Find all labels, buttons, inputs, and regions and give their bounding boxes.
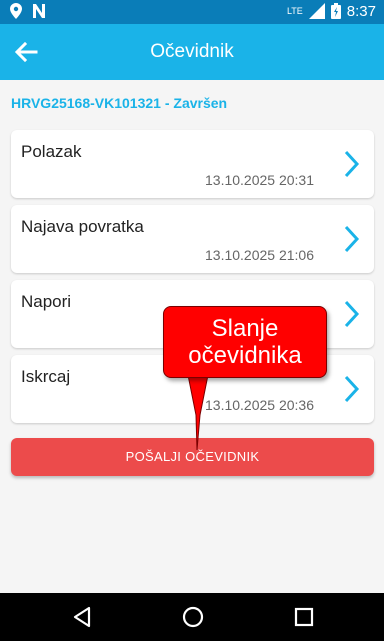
- location-icon: [10, 3, 22, 19]
- back-triangle-icon[interactable]: [70, 605, 94, 629]
- signal-icon: [308, 3, 325, 19]
- chevron-right-icon: [344, 375, 360, 403]
- system-nav-bar: [0, 593, 384, 641]
- chevron-right-icon: [344, 225, 360, 253]
- battery-icon: [330, 3, 341, 19]
- trip-header: HRVG25168-VK101321 - Završen: [11, 95, 228, 111]
- callout-line-1: Slanje: [211, 315, 279, 342]
- card-timestamp: 13.10.2025 20:31: [205, 172, 314, 188]
- callout-line-2: očevidnika: [188, 342, 302, 369]
- card-title: Polazak: [21, 142, 82, 161]
- status-right-icons: LTE 8:37: [287, 2, 376, 20]
- card-timestamp: 13.10.2025 20:36: [205, 397, 314, 413]
- recents-square-icon[interactable]: [292, 605, 316, 629]
- chevron-right-icon: [344, 150, 360, 178]
- network-label: LTE: [286, 6, 303, 16]
- callout-annotation: Slanje očevidnika: [163, 306, 327, 378]
- card-polazak[interactable]: Polazak 13.10.2025 20:31: [11, 130, 374, 198]
- chevron-right-icon: [344, 300, 360, 328]
- app-bar: Očevidnik: [0, 24, 384, 80]
- status-bar: LTE 8:37: [0, 0, 384, 24]
- home-circle-icon[interactable]: [181, 605, 205, 629]
- page-title: Očevidnik: [150, 41, 234, 62]
- card-timestamp: 13.10.2025 21:06: [205, 247, 314, 263]
- card-najava-povratka[interactable]: Najava povratka 13.10.2025 21:06: [11, 205, 374, 273]
- callout-pointer: [187, 375, 209, 450]
- status-left-icons: [10, 3, 46, 19]
- card-title: Iskrcaj: [21, 367, 71, 386]
- card-title: Najava povratka: [21, 217, 144, 236]
- card-title: Napori: [21, 292, 72, 311]
- n-app-icon: [33, 4, 45, 18]
- status-time: 8:37: [346, 2, 376, 20]
